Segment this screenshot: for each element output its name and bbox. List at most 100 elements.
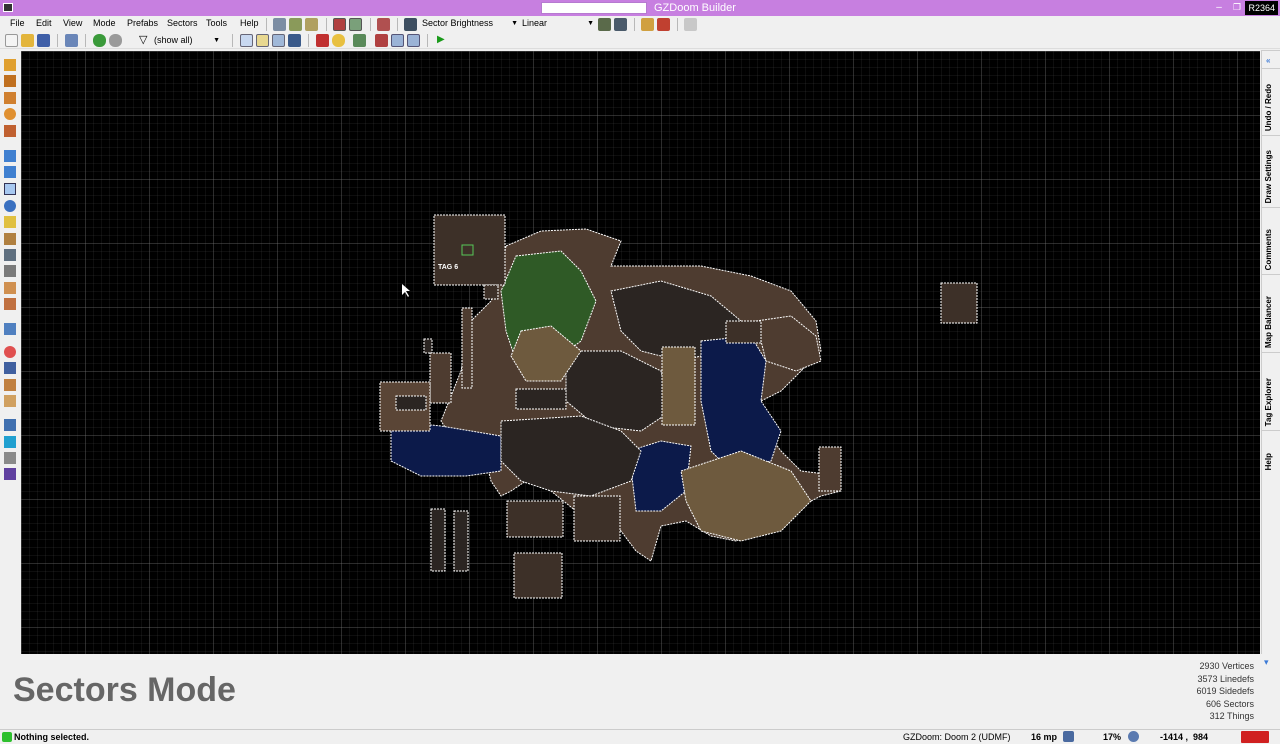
sound-propagation-icon[interactable]: [4, 265, 16, 277]
status-message: Nothing selected.: [14, 732, 90, 742]
open-map-icon[interactable]: [21, 34, 34, 47]
dock-tab-tag-explorer[interactable]: Tag Explorer: [1262, 352, 1280, 430]
minimize-button[interactable]: ‒: [1210, 0, 1228, 16]
stair-builder-icon[interactable]: [4, 395, 16, 407]
dock-tab-comments[interactable]: Comments: [1262, 207, 1280, 274]
right-dock: « Undo / Redo Draw Settings Comments Map…: [1261, 50, 1280, 654]
find-replace-icon[interactable]: [4, 419, 16, 431]
draw-ellipse-icon[interactable]: [4, 108, 16, 120]
map-name-field: [541, 2, 647, 14]
sky-icon[interactable]: [375, 34, 388, 47]
filter-value: (show all): [154, 35, 193, 45]
sound-environment-icon[interactable]: [4, 282, 16, 294]
map-room: [725, 320, 762, 344]
draw-grid-icon[interactable]: [4, 125, 16, 137]
menu-mode[interactable]: Mode: [93, 18, 116, 28]
interpolation-dropdown[interactable]: Linear ▼: [520, 17, 596, 30]
draw-curve-icon[interactable]: [4, 75, 16, 87]
render-fx-icon[interactable]: [349, 18, 362, 31]
lights-icon[interactable]: [332, 34, 345, 47]
filter-dropdown[interactable]: (show all) ▼: [152, 34, 222, 47]
app-icon[interactable]: [3, 3, 13, 12]
status-bar: Nothing selected. GZDoom: Doom 2 (UDMF) …: [0, 729, 1280, 744]
menu-tools[interactable]: Tools: [206, 18, 227, 28]
vertical-flip-icon[interactable]: [391, 34, 404, 47]
grid-icon[interactable]: [1063, 731, 1074, 742]
gradient-reset-icon[interactable]: [657, 18, 670, 31]
draw-rectangle-icon[interactable]: [4, 92, 16, 104]
menu-bar: File Edit View Mode Prefabs Sectors Tool…: [0, 16, 1280, 32]
collapse-info-panel-button[interactable]: ▾: [1264, 657, 1276, 669]
draw-lines-icon[interactable]: [4, 59, 16, 71]
brightness-down-icon[interactable]: [614, 18, 627, 31]
dock-tab-map-balancer[interactable]: Map Balancer: [1262, 274, 1280, 352]
menu-prefabs[interactable]: Prefabs: [127, 18, 158, 28]
dock-collapse-button[interactable]: «: [1262, 50, 1280, 68]
dock-tab-undo-redo[interactable]: Undo / Redo: [1262, 68, 1280, 135]
save-map-icon[interactable]: [37, 34, 50, 47]
visual-mode-icon[interactable]: [4, 249, 16, 261]
statistics-icon[interactable]: [4, 452, 16, 464]
map-room: [513, 552, 563, 599]
map-analysis-icon[interactable]: [4, 436, 16, 448]
viewport-icon[interactable]: [272, 34, 285, 47]
grid-snap-icon[interactable]: [240, 34, 253, 47]
paste-props-icon[interactable]: [289, 18, 302, 31]
maximize-button[interactable]: ❐: [1228, 0, 1246, 16]
sectors-mode-icon[interactable]: [4, 183, 16, 195]
make-sectors-icon[interactable]: [4, 216, 16, 228]
paste-special-icon[interactable]: [305, 18, 318, 31]
textures-icon[interactable]: [316, 34, 329, 47]
vertical-sync-icon[interactable]: [407, 34, 420, 47]
ruler-icon[interactable]: [684, 18, 697, 31]
color-picker-icon[interactable]: [4, 346, 16, 358]
separator: [634, 18, 635, 31]
zoom-icon[interactable]: [1128, 731, 1139, 742]
zoom-level[interactable]: 17%: [1103, 732, 1121, 742]
brightness-up-icon[interactable]: [598, 18, 611, 31]
sector-lights-icon[interactable]: [4, 298, 16, 310]
sector-colors-icon[interactable]: [377, 18, 390, 31]
dock-tab-label: Undo / Redo: [1264, 83, 1273, 131]
flood-fill-icon[interactable]: [4, 379, 16, 391]
menu-file[interactable]: File: [10, 18, 25, 28]
menu-view[interactable]: View: [63, 18, 82, 28]
warnings-icon[interactable]: [1241, 731, 1269, 743]
things-filter-icon[interactable]: [93, 34, 106, 47]
dock-tab-draw-settings[interactable]: Draw Settings: [1262, 135, 1280, 207]
separator: [370, 18, 371, 31]
gradient-icon[interactable]: [641, 18, 654, 31]
copy-props-icon[interactable]: [273, 18, 286, 31]
dock-tab-help[interactable]: Help: [1262, 430, 1280, 474]
map-canvas[interactable]: TAG 6: [21, 51, 1260, 654]
game-configuration[interactable]: GZDoom: Doom 2 (UDMF): [903, 732, 1011, 742]
menu-sectors[interactable]: Sectors: [167, 18, 198, 28]
tagged-sector: [433, 214, 506, 286]
things-mode-icon[interactable]: [4, 200, 16, 212]
stat-things: 312 Things: [1209, 711, 1254, 722]
edit-selection-icon[interactable]: [4, 233, 16, 245]
play-test-icon[interactable]: ▶: [437, 34, 445, 45]
map-statistics: 2930 Vertices 3573 Linedefs 6019 Sidedef…: [1196, 660, 1254, 723]
title-bar: GZDoom Builder ‒ ❐ R2364: [0, 0, 1280, 16]
new-map-icon[interactable]: [5, 34, 18, 47]
zoom-select-icon[interactable]: [4, 323, 16, 335]
revision-badge: R2364: [1245, 1, 1278, 15]
zoom-fit-icon[interactable]: [288, 34, 301, 47]
menu-edit[interactable]: Edit: [36, 18, 52, 28]
chevron-down-icon: ▼: [213, 37, 220, 44]
bridge-mode-icon[interactable]: [4, 362, 16, 374]
models-icon[interactable]: [353, 34, 366, 47]
grid-size[interactable]: 16 mp: [1031, 732, 1057, 742]
chevron-down-icon: ▼: [587, 20, 594, 27]
render-mode-icon[interactable]: [333, 18, 346, 31]
view-mode-dropdown[interactable]: Sector Brightness ▼: [420, 17, 520, 30]
linedefs-mode-icon[interactable]: [4, 166, 16, 178]
menu-help[interactable]: Help: [240, 18, 259, 28]
things-filter-off-icon[interactable]: [109, 34, 122, 47]
tag-statistics-icon[interactable]: [4, 468, 16, 480]
stat-vertices: 2930 Vertices: [1199, 661, 1254, 671]
auto-merge-icon[interactable]: [256, 34, 269, 47]
vertices-mode-icon[interactable]: [4, 150, 16, 162]
script-editor-icon[interactable]: [65, 34, 78, 47]
